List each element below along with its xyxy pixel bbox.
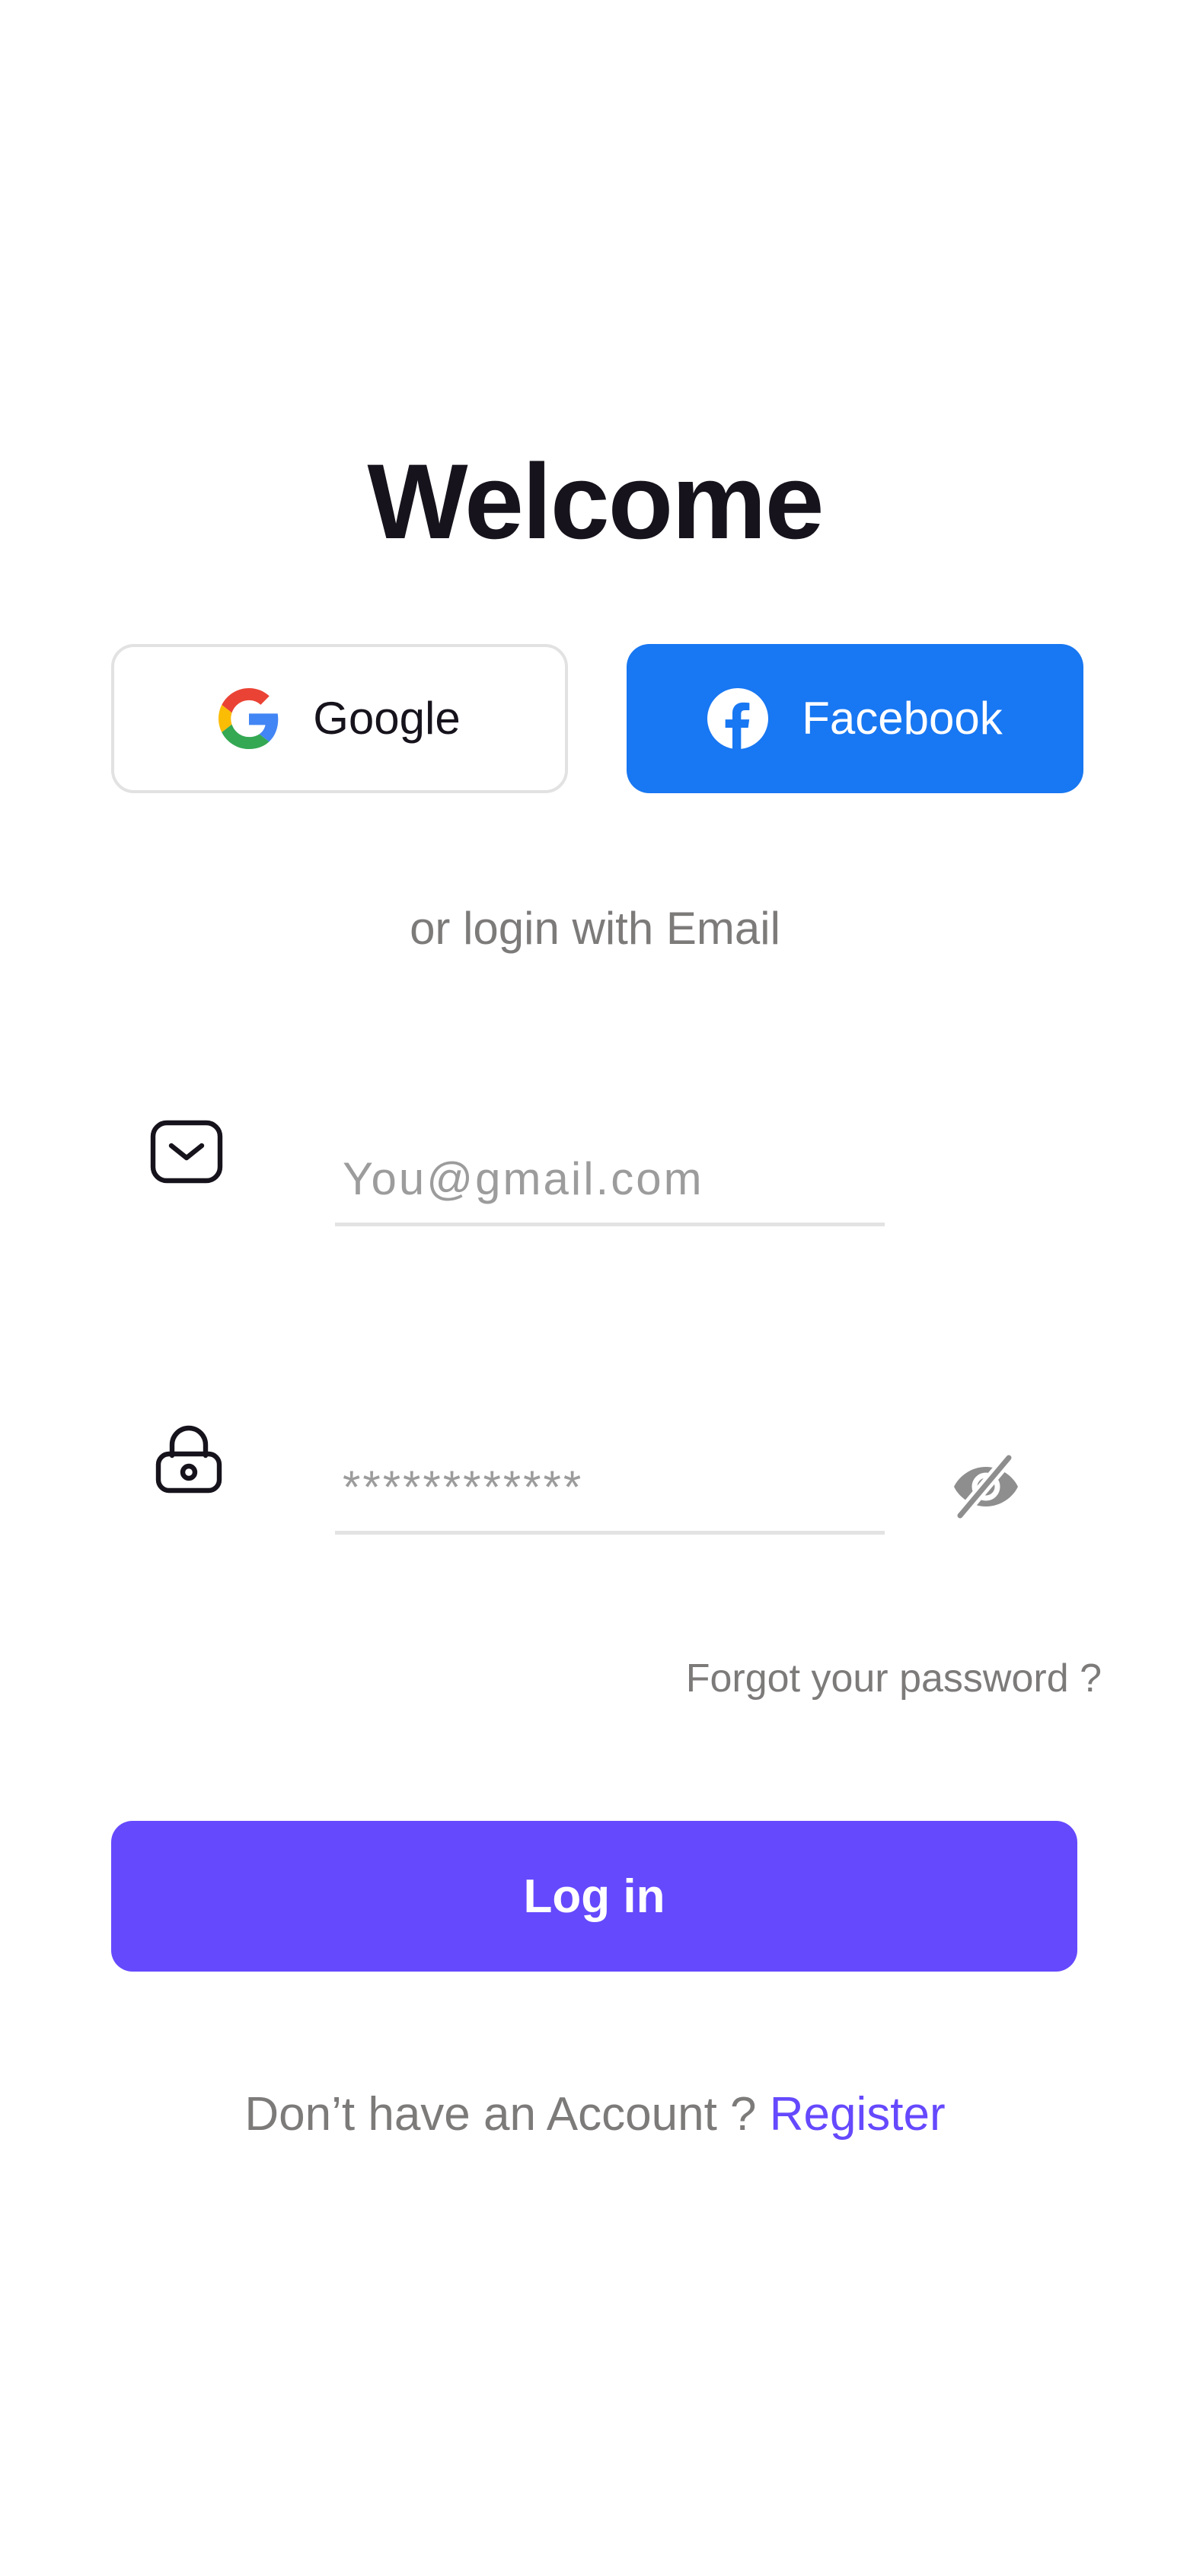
mail-icon (150, 1120, 223, 1184)
password-input[interactable] (335, 1443, 885, 1535)
password-field-icon-wrap (151, 1422, 227, 1498)
register-link[interactable]: Register (770, 2088, 946, 2141)
toggle-password-visibility-button[interactable] (949, 1450, 1023, 1523)
email-field-icon-wrap (148, 1115, 225, 1191)
facebook-login-button[interactable]: Facebook (627, 644, 1083, 793)
divider-text: or login with Email (410, 903, 780, 954)
register-prompt: Don’t have an Account ? Register (0, 2084, 1190, 2145)
facebook-icon (707, 688, 769, 749)
email-input[interactable] (335, 1135, 885, 1226)
login-button[interactable]: Log in (111, 1821, 1077, 1972)
facebook-button-label: Facebook (802, 693, 1003, 744)
google-login-button[interactable]: Google (111, 644, 568, 793)
lock-icon (155, 1425, 222, 1494)
page-title: Welcome (367, 441, 824, 561)
google-button-label: Google (313, 693, 461, 744)
register-prompt-text: Don’t have an Account ? (244, 2088, 770, 2141)
forgot-password-link[interactable]: Forgot your password ? (686, 1652, 1102, 1705)
eye-off-icon (954, 1452, 1018, 1522)
google-icon (219, 688, 279, 749)
